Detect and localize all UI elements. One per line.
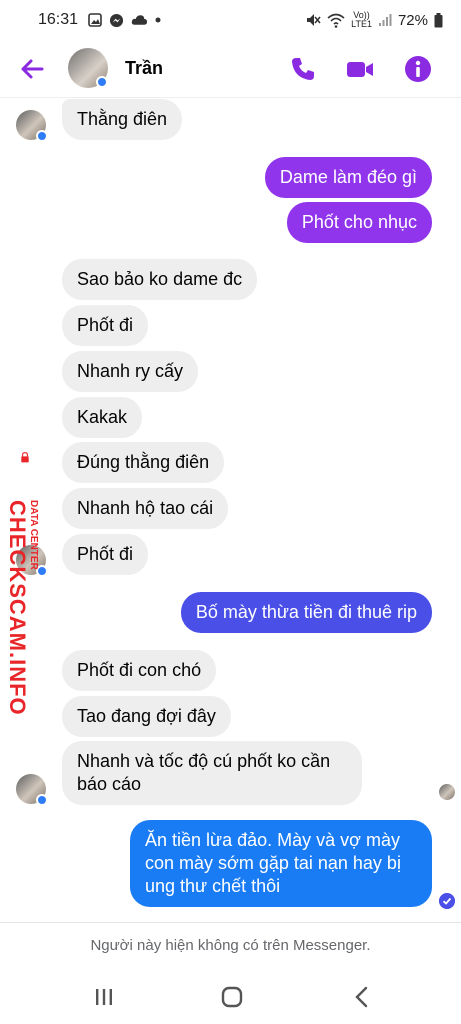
incoming-message[interactable]: Phốt đi (62, 305, 149, 346)
gallery-icon (88, 13, 102, 27)
incoming-message[interactable]: Phốt đi con chó (62, 650, 217, 691)
recents-icon[interactable] (90, 984, 118, 1010)
dot-icon (155, 17, 161, 23)
seen-check-icon (439, 893, 455, 909)
signal-icon (378, 14, 392, 26)
cloud-icon (131, 15, 148, 25)
info-icon[interactable] (403, 54, 433, 84)
incoming-message[interactable]: Sao bảo ko dame đc (62, 259, 258, 300)
incoming-message[interactable]: Tao đang đợi đây (62, 696, 231, 737)
incoming-message[interactable]: Nhanh ry cấy (62, 351, 199, 392)
incoming-message[interactable]: Nhanh hộ tao cái (62, 488, 229, 529)
nav-back-icon[interactable] (348, 984, 376, 1010)
outgoing-message[interactable]: Dame làm đéo gì (264, 157, 432, 198)
notification-icons (88, 13, 161, 28)
incoming-message[interactable]: Phốt đi (62, 534, 149, 575)
incoming-message[interactable]: Nhanh và tốc độ cú phốt ko cần báo cáo (62, 741, 362, 805)
status-time: 16:31 (38, 11, 79, 28)
chat-header: Trần (0, 40, 461, 98)
system-navigation-bar (0, 970, 461, 1024)
home-icon[interactable] (218, 984, 246, 1010)
incoming-message[interactable]: Kakak (62, 397, 143, 438)
video-camera-icon[interactable] (345, 54, 375, 84)
status-bar: 16:31 Vo)) LTE1 72% (0, 0, 461, 40)
verified-badge-icon (36, 130, 48, 142)
system-status-icons: Vo)) LTE1 72% (305, 11, 443, 29)
outgoing-message[interactable]: Bố mày thừa tiền đi thuê rip (180, 592, 432, 633)
network-label: Vo)) LTE1 (351, 10, 372, 29)
mute-icon (307, 14, 321, 26)
incoming-message[interactable]: Thằng điên (62, 99, 183, 140)
contact-name[interactable]: Trần (125, 58, 163, 79)
watermark-text: CHECKSCAM.INFO (5, 500, 30, 716)
battery-icon (434, 12, 443, 27)
incoming-message[interactable]: Đúng thằng điên (62, 442, 225, 483)
messenger-icon (109, 13, 124, 27)
outgoing-message[interactable]: Phốt cho nhục (286, 202, 432, 243)
battery-percent: 72% (397, 11, 428, 29)
verified-badge-icon (36, 794, 48, 806)
unavailable-notice: Người này hiện không có trên Messenger. (0, 922, 461, 968)
outgoing-message[interactable]: Ăn tiền lừa đảo. Mày và vợ mày con mày s… (130, 820, 432, 907)
padlock-icon (21, 452, 29, 463)
watermark-subtext: DATA CENTER (28, 500, 39, 570)
verified-badge-icon (96, 76, 108, 88)
back-arrow-icon[interactable] (18, 55, 46, 83)
read-receipt-avatar (439, 784, 455, 800)
phone-icon[interactable] (288, 54, 318, 84)
wifi-icon (327, 13, 345, 28)
